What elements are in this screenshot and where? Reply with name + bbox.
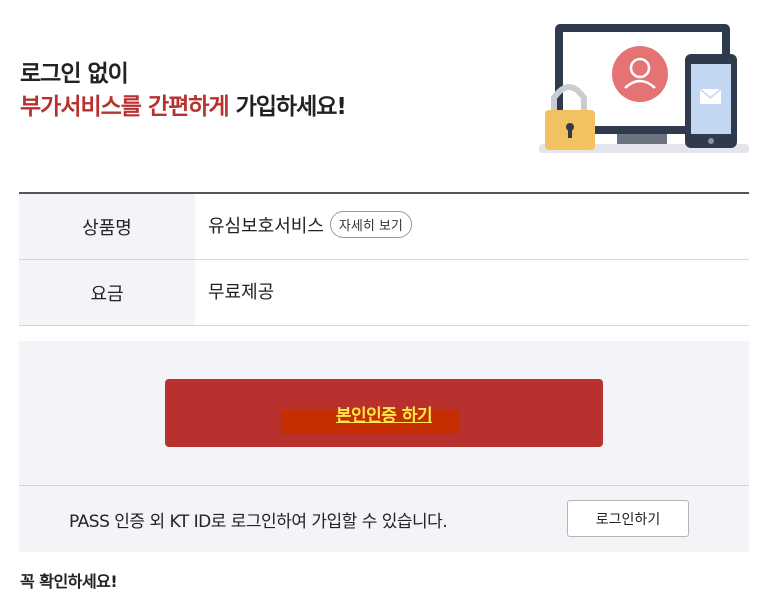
headline-rest: 가입하세요! [228, 94, 347, 120]
login-button[interactable]: 로그인하기 [567, 500, 689, 537]
headline-line1: 로그인 없이 [20, 61, 129, 87]
identity-verification-button[interactable]: 본인인증 하기 [165, 379, 603, 447]
notice-title: 꼭 확인하세요! [20, 572, 118, 591]
login-illustration [539, 24, 749, 153]
user-avatar-icon [612, 46, 668, 102]
table-row: 상품명 유심보호서비스 자세히 보기 [19, 194, 749, 260]
kt-id-login-notice: PASS 인증 외 KT ID로 로그인하여 가입할 수 있습니다. [69, 512, 448, 532]
product-name-label: 상품명 [19, 194, 195, 259]
product-info-table: 상품명 유심보호서비스 자세히 보기 요금 무료제공 [19, 192, 749, 326]
envelope-icon [699, 88, 722, 104]
product-name-value: 유심보호서비스 [208, 216, 324, 237]
fee-label: 요금 [19, 260, 195, 325]
table-row: 요금 무료제공 [19, 260, 749, 326]
fee-value: 무료제공 [208, 282, 275, 303]
headline-accent: 부가서비스를 간편하게 [20, 94, 230, 120]
product-name-cell: 유심보호서비스 자세히 보기 [195, 194, 749, 259]
fee-cell: 무료제공 [195, 260, 749, 325]
view-details-button[interactable]: 자세히 보기 [329, 211, 412, 238]
verification-panel: 본인인증 하기 PASS 인증 외 KT ID로 로그인하여 가입할 수 있습니… [19, 341, 749, 552]
divider [19, 485, 749, 486]
identity-verification-label: 본인인증 하기 [335, 405, 433, 426]
headline: 로그인 없이 부가서비스를 간편하게 가입하세요! [20, 58, 347, 124]
